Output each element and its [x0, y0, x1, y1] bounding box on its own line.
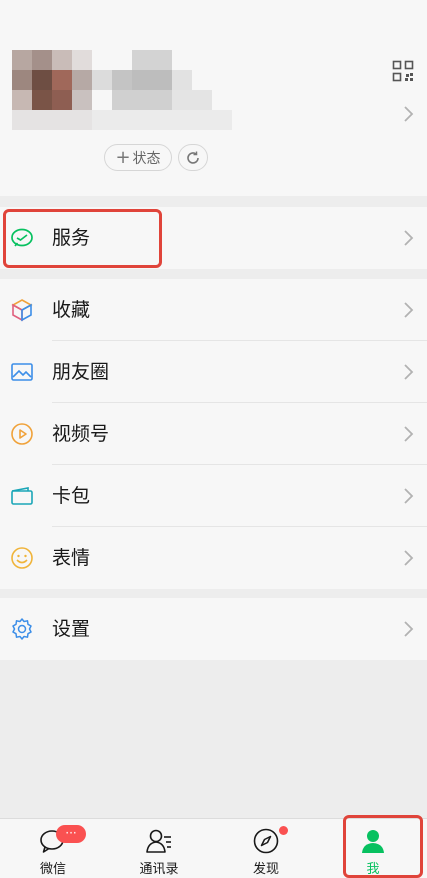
tab-label: 通讯录 [139, 862, 179, 877]
tab-chats[interactable]: 微信 [0, 819, 106, 878]
chevron-right-icon [404, 426, 414, 442]
tab-contacts[interactable]: 通讯录 [106, 819, 212, 878]
menu-item-favorites[interactable]: 收藏 [0, 279, 427, 341]
new-content-dot [279, 826, 288, 835]
menu-item-stickers[interactable]: 表情 [0, 527, 427, 589]
chevron-right-icon [404, 550, 414, 566]
tab-label: 微信 [39, 862, 66, 877]
annotation-highlight-me-tab [343, 815, 423, 878]
qr-code-icon[interactable] [392, 60, 414, 82]
menu-label: 表情 [52, 547, 91, 569]
plus-icon: + [115, 146, 131, 168]
contacts-icon [146, 829, 171, 853]
profile-header[interactable]: + 状态 [0, 0, 427, 196]
menu-item-card-wallet[interactable]: 卡包 [0, 465, 427, 527]
chevron-right-icon [404, 364, 414, 380]
tab-label: 发现 [252, 862, 279, 877]
main-menu-group: 收藏 朋友圈 视频号 卡包 表情 [0, 279, 427, 589]
menu-label: 卡包 [52, 485, 91, 507]
menu-label: 朋友圈 [52, 361, 110, 383]
status-label: 状态 [132, 150, 161, 167]
settings-gear-icon [12, 618, 32, 640]
card-wallet-icon [11, 487, 33, 505]
channels-play-icon [11, 423, 33, 445]
favorites-cube-icon [11, 299, 33, 322]
menu-item-settings[interactable]: 设置 [0, 598, 427, 660]
settings-group: 设置 [0, 598, 427, 660]
chevron-right-icon [404, 106, 414, 122]
refresh-icon [187, 150, 199, 164]
chevron-right-icon [404, 302, 414, 318]
chevron-right-icon [404, 488, 414, 504]
chevron-right-icon [404, 230, 414, 246]
unread-badge: ··· [56, 825, 86, 843]
moments-image-icon [11, 363, 33, 381]
menu-item-channels[interactable]: 视频号 [0, 403, 427, 465]
menu-label: 设置 [52, 618, 91, 640]
refresh-status-button[interactable] [178, 144, 208, 171]
menu-label: 视频号 [52, 423, 110, 445]
annotation-highlight-service [3, 209, 162, 268]
menu-label: 收藏 [52, 299, 91, 321]
menu-item-moments[interactable]: 朋友圈 [0, 341, 427, 403]
discover-compass-icon [253, 828, 279, 854]
sticker-smile-icon [11, 547, 33, 569]
add-status-button[interactable]: + 状态 [104, 144, 172, 171]
tab-discover[interactable]: 发现 [213, 819, 319, 878]
chevron-right-icon [404, 621, 414, 637]
